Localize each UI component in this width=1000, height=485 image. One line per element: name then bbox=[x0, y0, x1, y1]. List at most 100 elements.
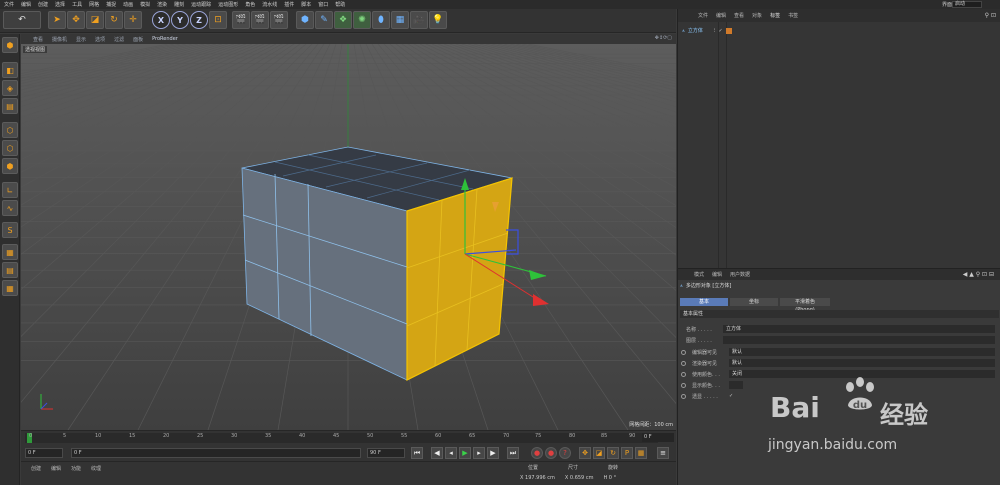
use-color-select[interactable]: 关闭 bbox=[729, 370, 995, 378]
key-scale-button[interactable]: ◪ bbox=[593, 447, 605, 459]
display-color-swatch[interactable] bbox=[729, 381, 743, 389]
coord-size-x[interactable]: X 0.659 cm bbox=[565, 475, 594, 483]
menu-select[interactable]: 选择 bbox=[55, 1, 65, 8]
timeline-track[interactable]: 0 5 10 15 20 25 30 35 40 45 50 55 60 65 … bbox=[25, 433, 658, 443]
vp-menu-prorender[interactable]: ProRender bbox=[152, 36, 178, 42]
tab-create[interactable]: 创建 bbox=[31, 465, 41, 472]
menu-motion-tracking[interactable]: 运动跟踪 bbox=[191, 1, 211, 8]
object-row-cube[interactable]: ⩚ 立方体 ⁝ ✓ bbox=[682, 26, 732, 35]
texture-mode-button[interactable]: ◈ bbox=[2, 80, 18, 96]
z-axis-button[interactable]: Z bbox=[190, 11, 208, 29]
xray-checkbox[interactable]: ✓ bbox=[729, 393, 733, 399]
select-tool-button[interactable]: ➤ bbox=[48, 11, 66, 29]
menu-simulate[interactable]: 模拟 bbox=[140, 1, 150, 8]
menu-character[interactable]: 角色 bbox=[245, 1, 255, 8]
vp-menu-filter[interactable]: 过滤 bbox=[114, 36, 124, 43]
om-menu-bookmarks[interactable]: 书签 bbox=[788, 12, 798, 19]
viewport-nav-icons[interactable]: ✥↕⟳▢ bbox=[655, 35, 672, 41]
vp-menu-view[interactable]: 查看 bbox=[33, 36, 43, 43]
deformer-button[interactable]: ⬮ bbox=[372, 11, 390, 29]
tweak-mode-button[interactable]: ∿ bbox=[2, 200, 18, 216]
next-frame-button[interactable]: ▸ bbox=[473, 447, 485, 459]
menu-tools[interactable]: 工具 bbox=[72, 1, 82, 8]
viewport[interactable]: 透视视图 网格间距：100 cm bbox=[21, 44, 676, 430]
prev-frame-button[interactable]: ◂ bbox=[445, 447, 457, 459]
key-rotation-button[interactable]: ↻ bbox=[607, 447, 619, 459]
menu-mesh[interactable]: 网格 bbox=[89, 1, 99, 8]
editor-visible-select[interactable]: 默认 bbox=[729, 348, 995, 356]
tab-phong[interactable]: 平滑着色(Phong) bbox=[780, 298, 830, 313]
visibility-dots-icon[interactable]: ⁝ bbox=[714, 28, 716, 34]
make-editable-button[interactable]: ⬢ bbox=[2, 37, 18, 53]
recent-tool-button[interactable]: ✛ bbox=[124, 11, 142, 29]
menu-create[interactable]: 创建 bbox=[38, 1, 48, 8]
check-icon[interactable]: ✓ bbox=[718, 28, 722, 34]
om-menu-view[interactable]: 查看 bbox=[734, 12, 744, 19]
layer-input[interactable] bbox=[723, 336, 995, 344]
menu-edit[interactable]: 编辑 bbox=[21, 1, 31, 8]
autokey-button[interactable]: ● bbox=[545, 447, 557, 459]
coord-rotation-h[interactable]: H 0 ° bbox=[603, 475, 616, 483]
camera-button[interactable]: 🎥 bbox=[410, 11, 428, 29]
menu-mograph[interactable]: 运动图形 bbox=[218, 1, 238, 8]
menu-window[interactable]: 窗口 bbox=[318, 1, 328, 8]
y-axis-button[interactable]: Y bbox=[171, 11, 189, 29]
workplane-button[interactable]: ▤ bbox=[2, 98, 18, 114]
coord-system-button[interactable]: ⊡ bbox=[209, 11, 227, 29]
model-mode-button[interactable]: ◧ bbox=[2, 62, 18, 78]
am-nav-icons[interactable]: ◀ ▲ ⚲ ⊡ ⊟ bbox=[963, 271, 994, 278]
end-frame-field[interactable]: 90 F bbox=[367, 448, 405, 458]
object-name[interactable]: 立方体 bbox=[688, 27, 703, 34]
key-param-button[interactable]: P bbox=[621, 447, 633, 459]
vp-menu-camera[interactable]: 摄像机 bbox=[52, 36, 67, 43]
light-button[interactable]: 💡 bbox=[429, 11, 447, 29]
vp-menu-options[interactable]: 选项 bbox=[95, 36, 105, 43]
keyframe-selection-button[interactable]: ? bbox=[559, 447, 571, 459]
am-menu-userdata[interactable]: 用户数据 bbox=[730, 271, 750, 278]
undo-button[interactable]: ↶ bbox=[3, 11, 41, 29]
am-menu-edit[interactable]: 编辑 bbox=[712, 271, 722, 278]
key-position-button[interactable]: ✥ bbox=[579, 447, 591, 459]
frame-range-slider[interactable]: 0 F bbox=[71, 448, 361, 458]
tab-texture[interactable]: 纹理 bbox=[91, 465, 101, 472]
cloner-button[interactable]: ✺ bbox=[353, 11, 371, 29]
menu-file[interactable]: 文件 bbox=[4, 1, 14, 8]
om-menu-file[interactable]: 文件 bbox=[698, 12, 708, 19]
polygons-mode-button[interactable]: ⬢ bbox=[2, 158, 18, 174]
pen-button[interactable]: ✎ bbox=[315, 11, 333, 29]
subdivision-button[interactable]: ❖ bbox=[334, 11, 352, 29]
menu-sculpt[interactable]: 雕刻 bbox=[174, 1, 184, 8]
om-menu-edit[interactable]: 编辑 bbox=[716, 12, 726, 19]
render-picture-viewer-button[interactable]: 🎬 bbox=[251, 11, 269, 29]
menu-pipeline[interactable]: 流水线 bbox=[262, 1, 277, 8]
menu-animate[interactable]: 动画 bbox=[123, 1, 133, 8]
timeline-end-frame[interactable]: 0 F bbox=[642, 433, 674, 442]
name-input[interactable]: 立方体 bbox=[723, 325, 995, 333]
vp-menu-panel[interactable]: 面板 bbox=[133, 36, 143, 43]
coord-position-x[interactable]: X 197.996 cm bbox=[520, 475, 555, 483]
timeline-menu-button[interactable]: ≡ bbox=[657, 447, 669, 459]
lock-workplane-button[interactable]: ▦ bbox=[2, 244, 18, 260]
locked-workplane-button[interactable]: ▦ bbox=[2, 280, 18, 296]
render-view-button[interactable]: 🎬 bbox=[232, 11, 250, 29]
menu-plugins[interactable]: 插件 bbox=[284, 1, 294, 8]
phong-tag-icon[interactable] bbox=[725, 27, 732, 34]
timeline[interactable]: 0 5 10 15 20 25 30 35 40 45 50 55 60 65 … bbox=[21, 430, 676, 444]
edges-mode-button[interactable]: ⬡ bbox=[2, 140, 18, 156]
goto-start-button[interactable]: ⏮ bbox=[411, 447, 423, 459]
x-axis-button[interactable]: X bbox=[152, 11, 170, 29]
play-button[interactable]: ▶ bbox=[459, 447, 471, 459]
points-mode-button[interactable]: ⬡ bbox=[2, 122, 18, 138]
goto-end-button[interactable]: ⏭ bbox=[507, 447, 519, 459]
menu-snap[interactable]: 捕捉 bbox=[106, 1, 116, 8]
next-key-button[interactable]: ▶ bbox=[487, 447, 499, 459]
menu-render[interactable]: 渲染 bbox=[157, 1, 167, 8]
record-button[interactable]: ● bbox=[531, 447, 543, 459]
key-pla-button[interactable]: ▦ bbox=[635, 447, 647, 459]
search-icon[interactable]: ⚲ ⊡ bbox=[985, 12, 996, 19]
cube-button[interactable]: ⬢ bbox=[296, 11, 314, 29]
axis-mode-button[interactable]: ∟ bbox=[2, 182, 18, 198]
rotate-tool-button[interactable]: ↻ bbox=[105, 11, 123, 29]
om-menu-object[interactable]: 对象 bbox=[752, 12, 762, 19]
tab-basic[interactable]: 基本 bbox=[680, 298, 728, 306]
